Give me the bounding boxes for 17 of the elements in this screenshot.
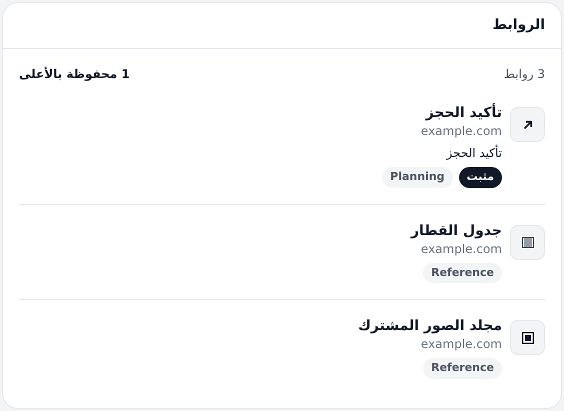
link-domain: example.com bbox=[420, 336, 502, 352]
arrow-icon bbox=[522, 118, 534, 130]
tag-badge: Planning bbox=[382, 167, 453, 188]
link-domain: example.com bbox=[420, 240, 502, 256]
link-title[interactable]: جدول القطار bbox=[411, 220, 502, 240]
framed-square-icon bbox=[522, 332, 534, 344]
tag-badge: Reference bbox=[423, 262, 502, 283]
panel-title: الروابط bbox=[492, 16, 545, 35]
tag-badge: Reference bbox=[423, 358, 502, 378]
link-title[interactable]: تأكيد الحجز bbox=[426, 103, 502, 123]
link-count: 3 روابط bbox=[504, 66, 545, 83]
link-domain: example.com bbox=[420, 123, 502, 139]
pinned-badge: مثبت bbox=[458, 167, 502, 188]
link-title[interactable]: مجلد الصور المشترك bbox=[358, 316, 502, 336]
columns-icon bbox=[522, 236, 534, 248]
link-note: تأكيد الحجز bbox=[446, 145, 502, 161]
pinned-count: 1 محفوظة بالأعلى bbox=[19, 66, 130, 83]
